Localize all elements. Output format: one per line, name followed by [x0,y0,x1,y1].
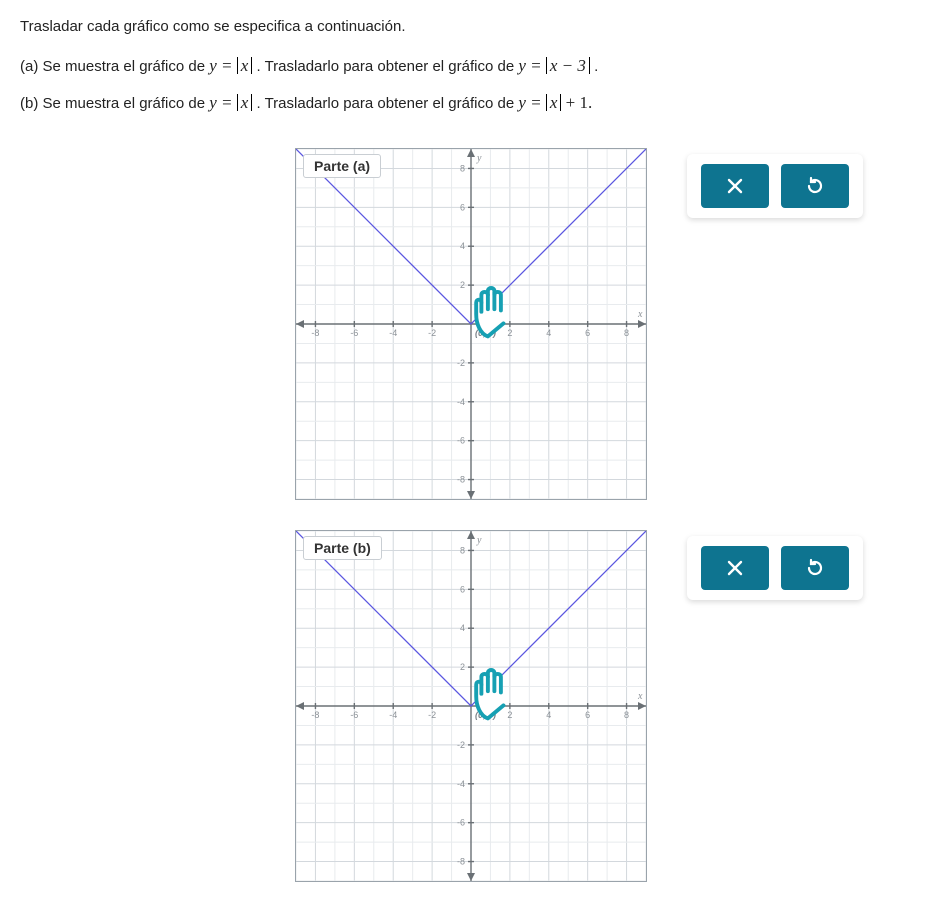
drag-hand-icon[interactable] [476,288,503,336]
svg-text:4: 4 [460,241,465,251]
svg-text:6: 6 [585,328,590,338]
reset-button[interactable] [781,546,849,590]
svg-text:-6: -6 [457,818,465,828]
svg-text:-4: -4 [389,710,397,720]
svg-text:6: 6 [460,203,465,213]
svg-text:8: 8 [624,328,629,338]
svg-text:x: x [637,309,643,320]
drag-hand-icon[interactable] [476,670,503,718]
chart-a-label: Parte (a) [303,154,381,178]
reset-button[interactable] [781,164,849,208]
svg-text:8: 8 [460,546,465,556]
svg-text:-6: -6 [350,328,358,338]
close-icon [726,177,744,195]
svg-text:-2: -2 [457,740,465,750]
svg-text:x: x [637,691,643,702]
undo-icon [805,176,825,196]
chart-a-container[interactable]: Parte (a) -8-6-4-22468-8-6-4-22468xy(0, … [295,148,647,500]
chart-b-container[interactable]: Parte (b) -8-6-4-22468-8-6-4-22468xy(0, … [295,530,647,882]
svg-text:-6: -6 [350,710,358,720]
svg-text:2: 2 [507,328,512,338]
instruction-block: Trasladar cada gráfico como se especific… [20,18,918,118]
close-icon [726,559,744,577]
instruction-text: Trasladar cada gráfico como se especific… [20,18,918,35]
svg-text:y: y [476,535,482,546]
svg-text:4: 4 [460,623,465,633]
svg-text:-8: -8 [457,475,465,485]
svg-text:-4: -4 [389,328,397,338]
undo-icon [805,558,825,578]
chart-b[interactable]: -8-6-4-22468-8-6-4-22468xy(0, 0) [295,530,647,882]
svg-text:2: 2 [460,662,465,672]
svg-text:4: 4 [546,710,551,720]
svg-text:-4: -4 [457,779,465,789]
clear-button[interactable] [701,546,769,590]
svg-text:-8: -8 [457,857,465,867]
svg-text:6: 6 [585,710,590,720]
svg-text:-4: -4 [457,397,465,407]
question-a: (a) Se muestra el gráfico de y = x . Tra… [20,51,918,82]
clear-button[interactable] [701,164,769,208]
svg-text:-6: -6 [457,436,465,446]
svg-text:2: 2 [460,280,465,290]
controls-b [687,536,863,600]
svg-text:6: 6 [460,585,465,595]
svg-text:y: y [476,153,482,164]
svg-text:4: 4 [546,328,551,338]
svg-text:8: 8 [624,710,629,720]
svg-text:-8: -8 [311,710,319,720]
svg-text:2: 2 [507,710,512,720]
svg-text:8: 8 [460,164,465,174]
svg-text:-2: -2 [428,328,436,338]
chart-a[interactable]: -8-6-4-22468-8-6-4-22468xy(0, 0) [295,148,647,500]
controls-a [687,154,863,218]
svg-text:-2: -2 [457,358,465,368]
svg-text:-8: -8 [311,328,319,338]
chart-b-label: Parte (b) [303,536,382,560]
svg-text:-2: -2 [428,710,436,720]
question-b: (b) Se muestra el gráfico de y = x . Tra… [20,88,918,119]
part-b-row: Parte (b) -8-6-4-22468-8-6-4-22468xy(0, … [20,530,918,882]
part-a-row: Parte (a) -8-6-4-22468-8-6-4-22468xy(0, … [20,148,918,500]
